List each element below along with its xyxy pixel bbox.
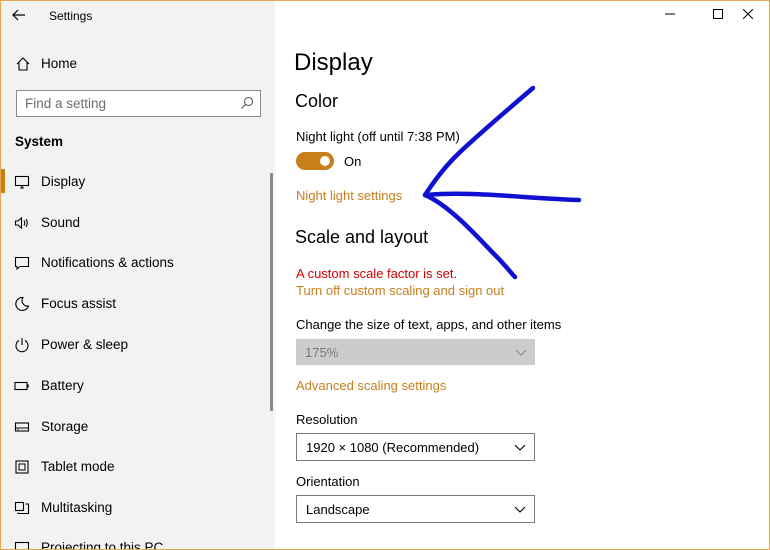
- night-light-label: Night light (off until 7:38 PM): [296, 129, 460, 144]
- sidebar: Settings Home Find a setting System Disp…: [1, 1, 275, 550]
- section-title-system: System: [15, 134, 64, 149]
- color-heading: Color: [295, 91, 339, 111]
- minimize-button[interactable]: [647, 1, 693, 27]
- night-light-toggle-state: On: [344, 154, 362, 169]
- sidebar-item-power-sleep[interactable]: Power & sleep: [1, 328, 271, 362]
- chevron-down-icon: [514, 444, 526, 451]
- home-icon: [16, 57, 30, 71]
- chevron-down-icon: [515, 349, 527, 356]
- night-light-toggle[interactable]: [296, 152, 334, 170]
- resolution-label: Resolution: [296, 412, 358, 427]
- sidebar-item-label: Multitasking: [41, 500, 113, 515]
- close-button[interactable]: [725, 1, 769, 27]
- sidebar-item-label: Power & sleep: [41, 337, 129, 352]
- home-nav-item[interactable]: Home: [1, 49, 275, 79]
- power-icon: [15, 338, 29, 353]
- custom-scale-warning: A custom scale factor is set.: [296, 266, 458, 281]
- size-label: Change the size of text, apps, and other…: [296, 317, 562, 332]
- sidebar-item-label: Notifications & actions: [41, 255, 174, 270]
- notification-icon: [14, 256, 30, 271]
- advanced-scaling-link[interactable]: Advanced scaling settings: [296, 378, 446, 393]
- search-placeholder: Find a setting: [25, 96, 107, 111]
- scale-value: 175%: [305, 345, 339, 360]
- resolution-dropdown[interactable]: 1920 × 1080 (Recommended): [296, 433, 535, 461]
- search-input[interactable]: Find a setting: [16, 90, 261, 117]
- turn-off-custom-scaling-link[interactable]: Turn off custom scaling and sign out: [296, 283, 504, 298]
- multitasking-icon: [14, 501, 30, 515]
- sidebar-item-display[interactable]: Display: [1, 165, 271, 199]
- sidebar-item-label: Display: [41, 174, 86, 189]
- minimize-icon: [665, 13, 675, 15]
- sidebar-item-notifications[interactable]: Notifications & actions: [1, 246, 271, 280]
- speaker-icon: [14, 216, 28, 230]
- sidebar-item-label: Sound: [41, 215, 81, 230]
- maximize-icon: [713, 9, 723, 19]
- toggle-knob: [320, 156, 330, 166]
- app-title: Settings: [49, 9, 93, 23]
- tablet-icon: [15, 460, 29, 474]
- sidebar-item-label: Focus assist: [41, 296, 117, 311]
- sidebar-item-storage[interactable]: Storage: [1, 410, 271, 444]
- scale-dropdown: 175%: [296, 339, 535, 365]
- battery-icon: [14, 381, 29, 391]
- back-arrow-icon: [12, 9, 25, 21]
- night-light-settings-link[interactable]: Night light settings: [296, 188, 402, 203]
- sidebar-item-label: Tablet mode: [41, 459, 115, 474]
- sidebar-item-label: Storage: [41, 419, 89, 434]
- scale-layout-heading: Scale and layout: [295, 227, 429, 247]
- storage-icon: [14, 422, 30, 432]
- page-title: Display: [294, 49, 373, 76]
- sidebar-item-multitasking[interactable]: Multitasking: [1, 491, 271, 525]
- orientation-label: Orientation: [296, 474, 360, 489]
- moon-icon: [15, 296, 30, 312]
- display-settings-pane: Display Color Night light (off until 7:3…: [275, 1, 769, 549]
- search-icon: [241, 96, 254, 109]
- sidebar-item-sound[interactable]: Sound: [1, 206, 271, 240]
- monitor-icon: [14, 175, 30, 189]
- orientation-value: Landscape: [306, 502, 370, 517]
- sidebar-scrollbar[interactable]: [270, 173, 273, 411]
- settings-window: Settings Home Find a setting System Disp…: [0, 0, 770, 550]
- back-button[interactable]: [5, 3, 33, 27]
- home-label: Home: [41, 56, 78, 71]
- sidebar-item-tablet-mode[interactable]: Tablet mode: [1, 450, 271, 484]
- sidebar-item-label: Projecting to this PC: [41, 540, 164, 550]
- close-icon: [743, 9, 753, 19]
- resolution-value: 1920 × 1080 (Recommended): [306, 440, 480, 455]
- sidebar-item-focus-assist[interactable]: Focus assist: [1, 287, 271, 321]
- chevron-down-icon: [514, 506, 526, 513]
- sidebar-item-projecting[interactable]: Projecting to this PC: [1, 531, 271, 550]
- sidebar-item-label: Battery: [41, 378, 84, 393]
- orientation-dropdown[interactable]: Landscape: [296, 495, 535, 523]
- projecting-icon: [14, 541, 30, 549]
- sidebar-item-battery[interactable]: Battery: [1, 369, 271, 403]
